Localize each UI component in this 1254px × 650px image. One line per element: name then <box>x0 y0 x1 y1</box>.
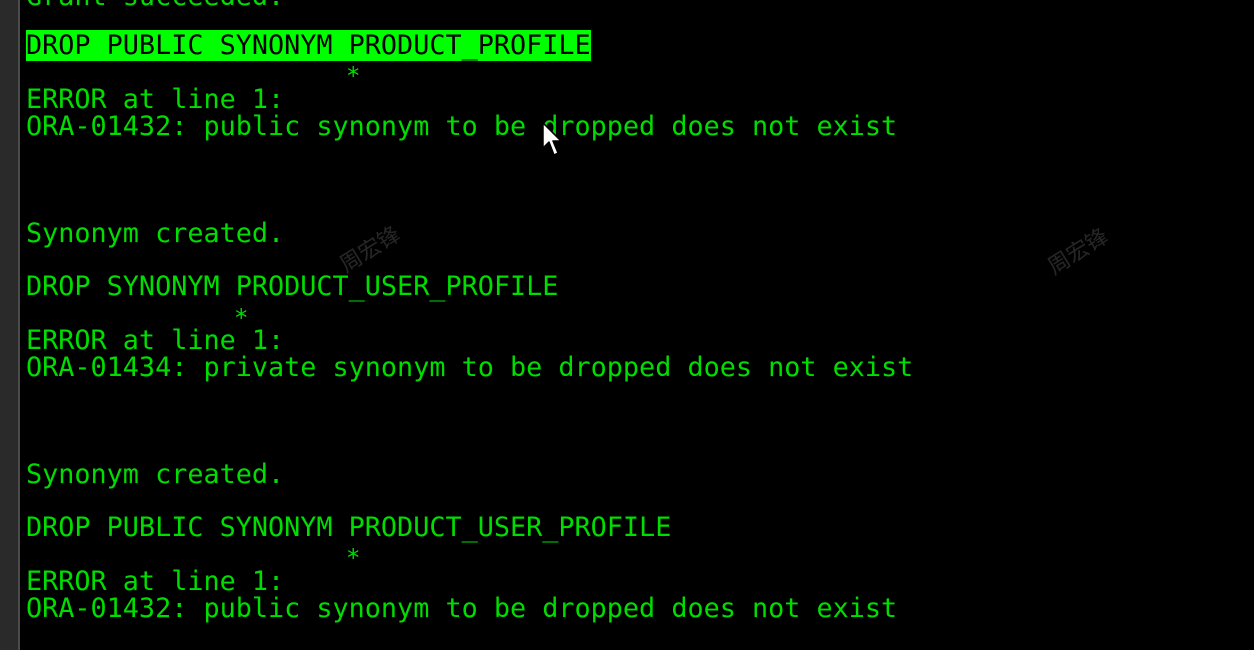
error-position-marker: * <box>346 62 361 90</box>
error-position-marker: * <box>346 544 361 572</box>
terminal-line-sql-command: DROP PUBLIC SYNONYM PRODUCT_PROFILE <box>26 30 591 61</box>
terminal-line-status: Synonym created. <box>26 218 285 249</box>
terminal-line-error-message: ORA-01432: public synonym to be dropped … <box>26 111 898 142</box>
terminal-line-status: Synonym created. <box>26 459 285 490</box>
terminal-window[interactable]: Grant succeeded. DROP PUBLIC SYNONYM PRO… <box>0 0 1254 650</box>
terminal-line-error-header: ERROR at line 1: <box>26 84 285 115</box>
terminal-line-error-message: ORA-01434: private synonym to be dropped… <box>26 352 914 383</box>
terminal-line-sql-command: DROP SYNONYM PRODUCT_USER_PROFILE <box>26 271 559 302</box>
terminal-line-clipped: Grant succeeded. <box>26 0 284 10</box>
mouse-pointer-icon <box>542 122 562 163</box>
terminal-line-error-header: ERROR at line 1: <box>26 566 285 597</box>
terminal-line-sql-command: DROP PUBLIC SYNONYM PRODUCT_USER_PROFILE <box>26 512 672 543</box>
watermark-text: 周宏锋 <box>1043 224 1113 281</box>
watermark-text: 周宏锋 <box>335 222 405 279</box>
terminal-line-error-header: ERROR at line 1: <box>26 325 285 356</box>
terminal-line-error-message: ORA-01432: public synonym to be dropped … <box>26 593 898 624</box>
selected-text-highlight[interactable]: DROP PUBLIC SYNONYM PRODUCT_PROFILE <box>26 30 591 61</box>
window-left-border <box>0 0 20 650</box>
